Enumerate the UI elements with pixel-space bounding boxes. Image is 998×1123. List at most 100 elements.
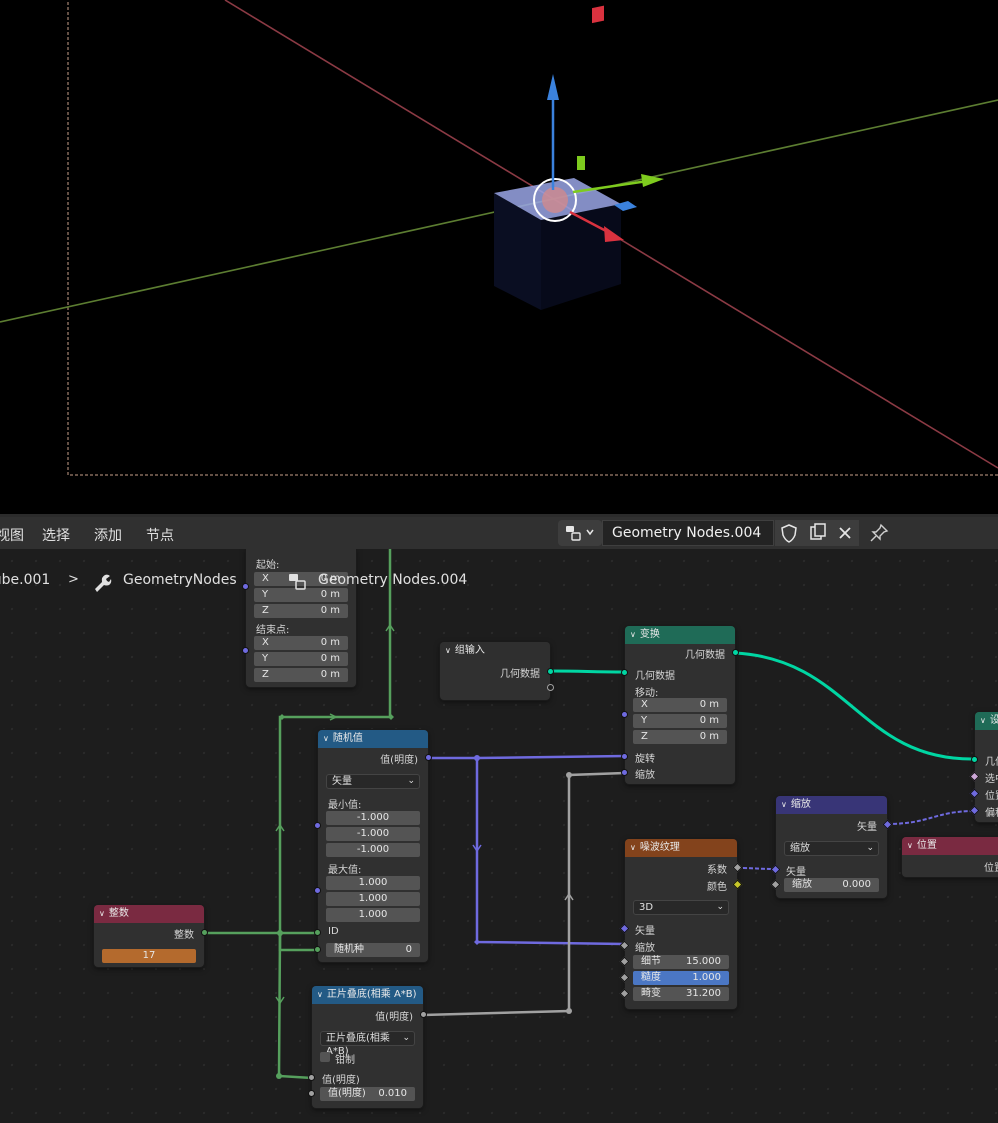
node-header[interactable]: ∨设置位置: [975, 712, 998, 730]
socket-start[interactable]: [242, 583, 249, 590]
seed-field[interactable]: 随机种 0: [326, 943, 420, 957]
socket-empty[interactable]: [547, 684, 554, 691]
distortion-field[interactable]: 畸变 31.200: [633, 987, 729, 1001]
node-noise-texture[interactable]: ∨ 噪波纹理 系数 颜色 3D ⌄ 矢量 缩放 细节 15.000 糙度 1.000 畸…: [619, 839, 743, 1009]
min-label: 最小值:: [328, 800, 362, 811]
link-vscale-to-offset: [886, 810, 976, 825]
translation-y-field[interactable]: Y0 m: [633, 714, 727, 728]
operation-dropdown[interactable]: 缩放 ⌄: [784, 841, 879, 856]
max-x-field[interactable]: 1.000: [326, 876, 420, 890]
unlink-tree-button[interactable]: [831, 520, 859, 546]
reroute-node[interactable]: [474, 939, 480, 945]
end-z-field[interactable]: Z0 m: [254, 668, 348, 682]
link-integer-down: [277, 932, 313, 1080]
socket-end[interactable]: [242, 647, 249, 654]
node-tree-browse-button[interactable]: [558, 520, 602, 546]
socket-max[interactable]: [314, 887, 321, 894]
node-header[interactable]: ∨ 缩放: [776, 796, 887, 814]
node-math-multiply[interactable]: ∨ 正片叠底(相乘 A*B) 值(明度) 正片叠底(相乘 A*B) ⌄ 钳制 值(明…: [308, 986, 427, 1108]
node-header[interactable]: ∨ 整数: [94, 905, 204, 923]
node-header[interactable]: ∨ 噪波纹理: [625, 839, 737, 857]
gizmo-y-arrow-head[interactable]: [641, 174, 664, 187]
breadcrumb-object: Cube.001: [0, 572, 51, 588]
node-header[interactable]: ∨ 位置: [902, 837, 998, 855]
node-header[interactable]: ∨ 正片叠底(相乘 A*B): [312, 986, 423, 1004]
node-header[interactable]: ∨ 组输入: [440, 642, 550, 660]
3d-viewport[interactable]: [0, 0, 998, 514]
node-position[interactable]: ∨位置 位置: [902, 837, 998, 877]
fake-user-button[interactable]: [775, 520, 803, 546]
gizmo-z-arrow-head[interactable]: [547, 74, 559, 100]
dimensions-dropdown[interactable]: 3D ⌄: [633, 900, 729, 915]
gizmo-plane-red[interactable]: [592, 5, 604, 24]
socket-out-geometry[interactable]: [547, 668, 554, 675]
socket-id[interactable]: [314, 929, 321, 936]
node-header[interactable]: ∨ 随机值: [318, 730, 428, 748]
duplicate-tree-button[interactable]: [803, 520, 831, 546]
wrench-icon: [95, 574, 112, 592]
socket-in-geometry[interactable]: [621, 669, 628, 676]
socket-translation[interactable]: [621, 711, 628, 718]
chevron-down-icon: ⌄: [402, 1033, 410, 1043]
socket-scale[interactable]: [621, 769, 628, 776]
menu-add[interactable]: 添加: [94, 525, 122, 545]
node-group-input[interactable]: ∨ 组输入 几何数据: [440, 642, 554, 700]
out-geometry-label: 几何数据: [500, 669, 540, 680]
integer-value-field[interactable]: 17: [102, 949, 196, 963]
node-tree-name-field[interactable]: Geometry Nodes.004: [602, 520, 774, 546]
min-y-field[interactable]: -1.000: [326, 827, 420, 841]
min-z-field[interactable]: -1.000: [326, 843, 420, 857]
socket-min[interactable]: [314, 822, 321, 829]
start-z-field[interactable]: Z0 m: [254, 604, 348, 618]
scale-field[interactable]: 缩放 0.000: [784, 878, 879, 892]
socket-in-value-b[interactable]: [308, 1090, 315, 1097]
max-y-field[interactable]: 1.000: [326, 892, 420, 906]
node-set-position[interactable]: ∨设置位置 几何数据 选中项 位置 偏移: [969, 712, 998, 822]
socket-out-value[interactable]: [420, 1011, 427, 1018]
min-x-field[interactable]: -1.000: [326, 811, 420, 825]
menu-select[interactable]: 选择: [42, 525, 70, 545]
link-transform-to-setpos: [734, 651, 976, 761]
menu-view[interactable]: 视图: [0, 525, 24, 545]
gizmo-center: [542, 187, 568, 213]
socket-seed[interactable]: [314, 946, 321, 953]
node-integer[interactable]: ∨ 整数 整数 17: [94, 905, 208, 967]
gizmo-plane-green[interactable]: [577, 156, 585, 170]
end-x-field[interactable]: X0 m: [254, 636, 348, 650]
pin-button[interactable]: [866, 520, 892, 546]
node-header[interactable]: ∨ 变换: [625, 626, 735, 644]
reroute-node[interactable]: [566, 1008, 572, 1014]
breadcrumb-separator-icon: >: [68, 572, 79, 587]
translation-x-field[interactable]: X0 m: [633, 698, 727, 712]
data-type-dropdown[interactable]: 矢量 ⌄: [326, 774, 420, 789]
reroute-node[interactable]: [277, 930, 283, 936]
reroute-node[interactable]: [474, 755, 480, 761]
max-z-field[interactable]: 1.000: [326, 908, 420, 922]
socket-out-value[interactable]: [425, 754, 432, 761]
operation-dropdown[interactable]: 正片叠底(相乘 A*B) ⌄: [320, 1031, 415, 1057]
end-y-field[interactable]: Y0 m: [254, 652, 348, 666]
pin-icon: [870, 523, 889, 542]
socket-out-integer[interactable]: [201, 929, 208, 936]
detail-field[interactable]: 细节 15.000: [633, 955, 729, 969]
node-editor-canvas[interactable]: 起始: X0 m Y0 m Z0 m 结束点: X0 m Y0 m Z0 m ∨…: [0, 549, 998, 1123]
socket-out-geometry[interactable]: [732, 649, 739, 656]
menu-node[interactable]: 节点: [146, 525, 174, 545]
value-b-field[interactable]: 值(明度) 0.010: [320, 1087, 415, 1101]
socket-rotation[interactable]: [621, 753, 628, 760]
translation-z-field[interactable]: Z0 m: [633, 730, 727, 744]
clamp-checkbox[interactable]: [320, 1052, 330, 1062]
socket-in-value-a[interactable]: [308, 1074, 315, 1081]
node-curve-line[interactable]: 起始: X0 m Y0 m Z0 m 结束点: X0 m Y0 m Z0 m: [242, 549, 356, 687]
reroute-node[interactable]: [276, 1073, 282, 1079]
node-transform[interactable]: ∨ 变换 几何数据 几何数据 移动: X0 m Y0 m Z0 m 旋转 缩放: [621, 626, 739, 784]
reroute-node[interactable]: [566, 772, 572, 778]
out-value-label: 值(明度): [380, 755, 418, 766]
close-icon: [839, 527, 851, 539]
node-vector-scale[interactable]: ∨ 缩放 矢量 缩放 ⌄ 矢量 缩放 0.000: [770, 796, 893, 898]
roughness-field[interactable]: 糙度 1.000: [633, 971, 729, 985]
node-random-value[interactable]: ∨ 随机值 值(明度) 矢量 ⌄ 最小值: -1.000 -1.000 -1.000…: [314, 730, 432, 962]
socket-in-geometry[interactable]: [971, 756, 978, 763]
offset-label: 偏移: [985, 808, 998, 819]
end-label: 结束点:: [256, 625, 290, 636]
